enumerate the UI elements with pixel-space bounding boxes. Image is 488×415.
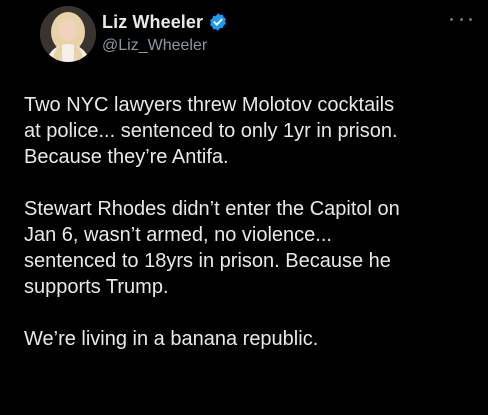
author-display-name[interactable]: Liz Wheeler	[102, 12, 203, 33]
avatar[interactable]	[40, 6, 96, 62]
display-name-row: Liz Wheeler	[102, 10, 228, 34]
avatar-image	[40, 6, 96, 62]
verified-badge-icon	[208, 12, 228, 32]
author-handle[interactable]: @Liz_Wheeler	[102, 37, 228, 55]
tweet-paragraph: Two NYC lawyers threw Molotov cocktails …	[24, 94, 398, 168]
tweet-paragraph: We’re living in a banana republic.	[24, 328, 319, 350]
tweet-text: Two NYC lawyers threw Molotov cocktails …	[24, 92, 484, 352]
tweet-paragraph: Stewart Rhodes didn’t enter the Capitol …	[24, 198, 400, 298]
more-options-icon[interactable]	[450, 14, 472, 24]
author-info: Liz Wheeler @Liz_Wheeler	[102, 10, 228, 55]
more-dot	[459, 17, 463, 21]
tweet-card: Liz Wheeler @Liz_Wheeler Two NYC lawyers…	[0, 0, 488, 415]
more-dot	[450, 17, 453, 21]
more-dot	[469, 17, 472, 21]
tweet-header: Liz Wheeler @Liz_Wheeler	[40, 6, 480, 66]
